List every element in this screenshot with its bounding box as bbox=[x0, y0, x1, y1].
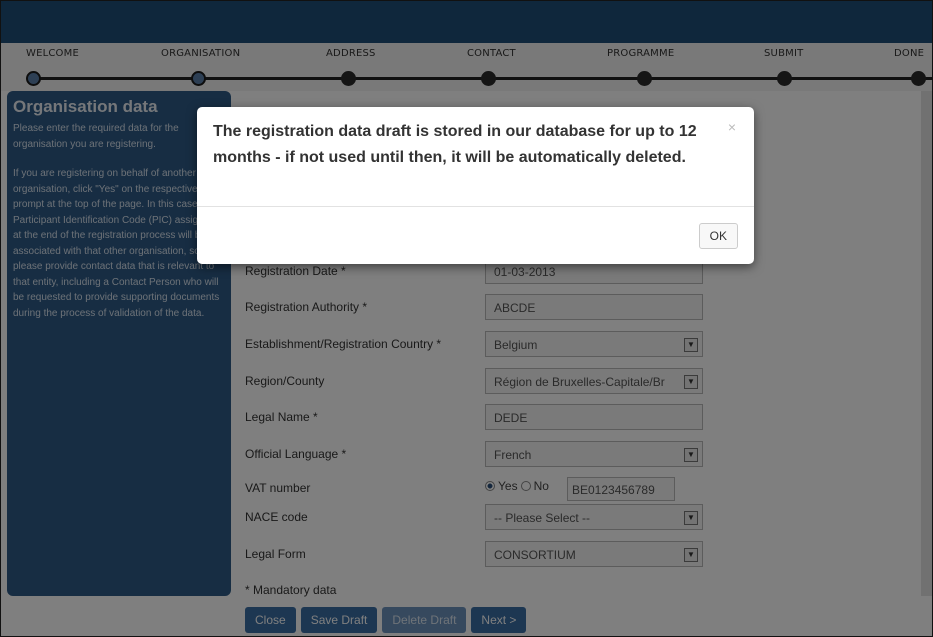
draft-info-dialog: The registration data draft is stored in… bbox=[197, 107, 754, 264]
modal-backdrop[interactable] bbox=[1, 1, 932, 636]
app-window: WELCOME ORGANISATION ADDRESS CONTACT PRO… bbox=[0, 0, 933, 637]
ok-button[interactable]: OK bbox=[698, 223, 738, 249]
dialog-message: The registration data draft is stored in… bbox=[197, 107, 754, 207]
close-icon[interactable]: × bbox=[728, 119, 736, 135]
